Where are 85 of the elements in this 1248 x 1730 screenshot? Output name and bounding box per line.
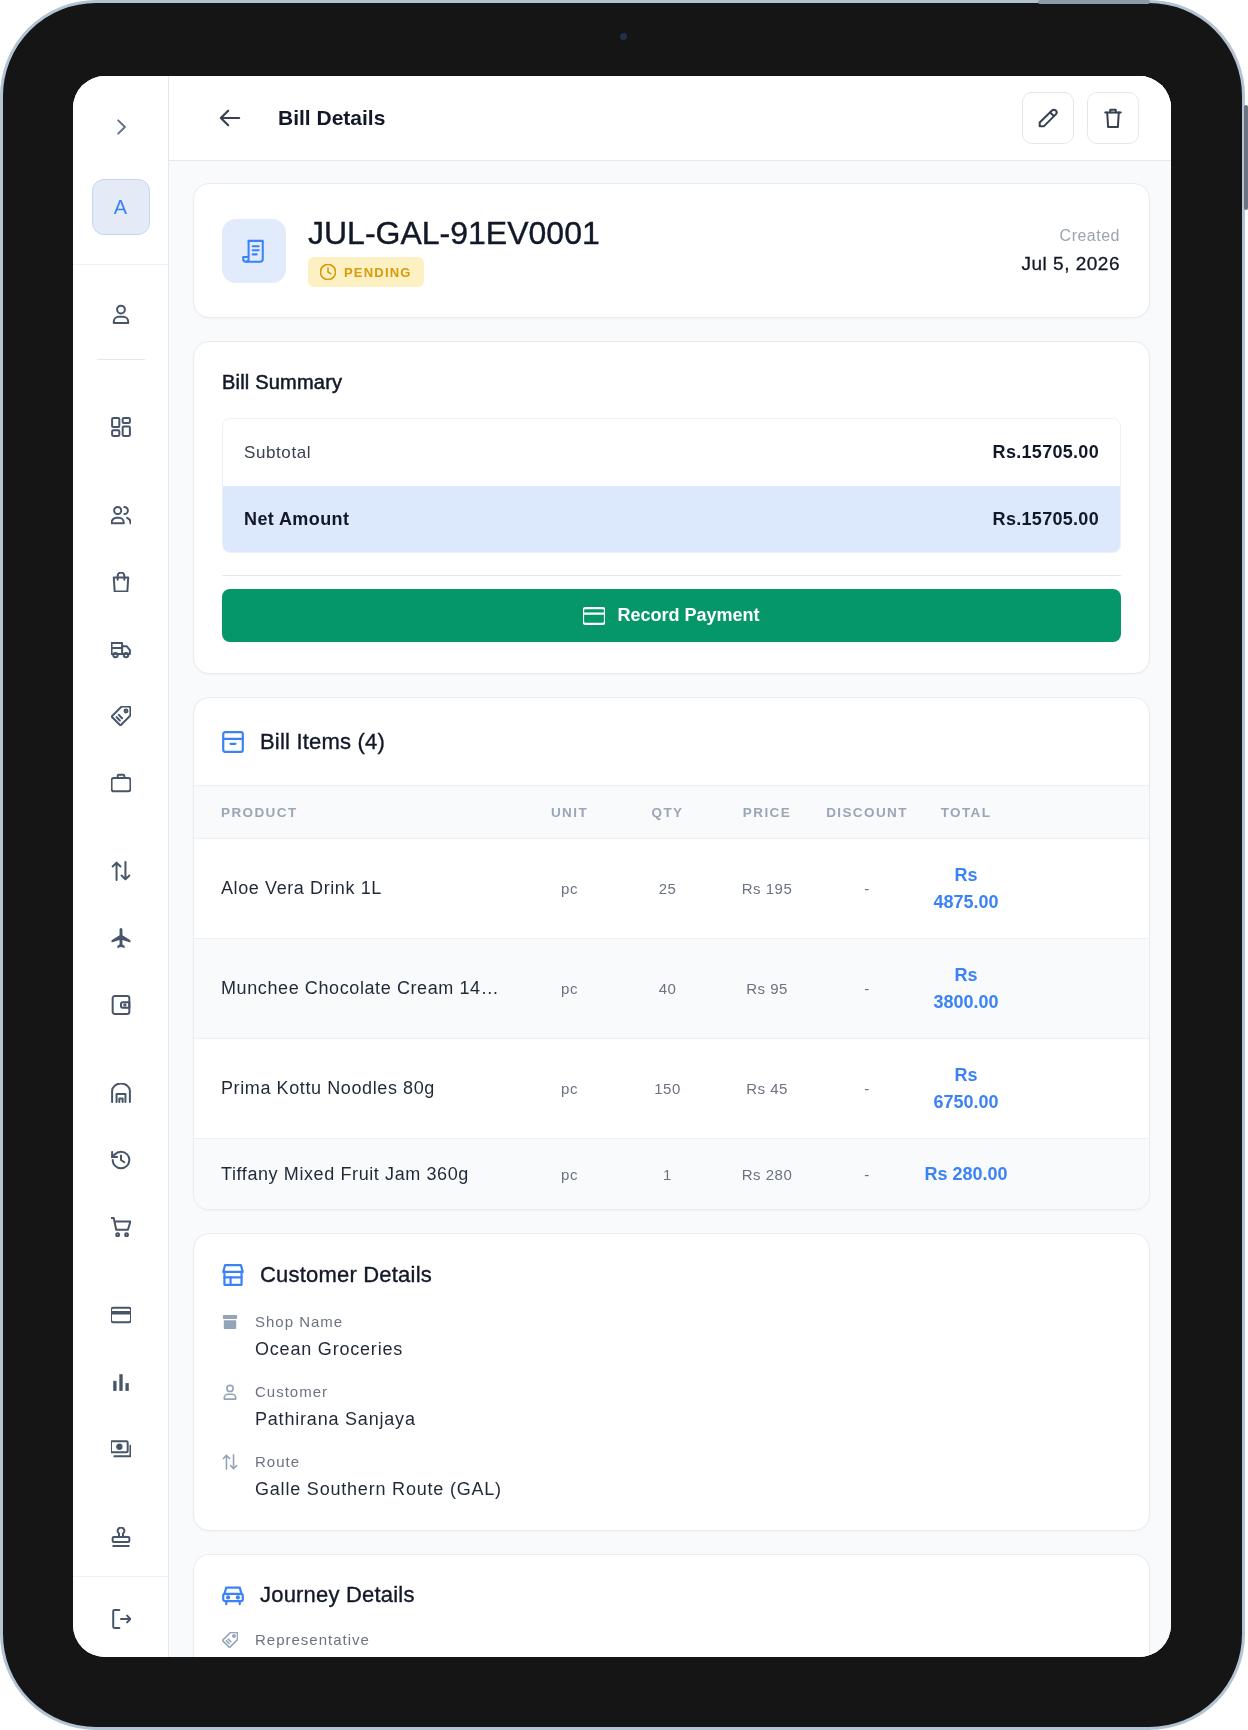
- logout-icon[interactable]: [110, 1608, 131, 1629]
- total-amount: Rs 3800.00: [932, 963, 1000, 1014]
- section-title: Journey Details: [260, 1582, 415, 1608]
- users-icon[interactable]: [110, 504, 131, 525]
- shopping-bag-icon[interactable]: [110, 571, 131, 592]
- edit-button[interactable]: [1022, 92, 1074, 144]
- column-header: UNIT: [549, 804, 590, 820]
- created-date: Jul 5, 2026: [1021, 252, 1120, 276]
- field-label: Customer: [255, 1382, 329, 1402]
- user-icon[interactable]: [110, 304, 131, 324]
- column-header: TOTAL: [939, 804, 993, 820]
- delete-button[interactable]: [1087, 92, 1139, 144]
- avatar[interactable]: A: [91, 179, 150, 235]
- column-header: PRICE: [741, 804, 793, 820]
- total-amount: Rs 6750.00: [932, 1063, 1000, 1114]
- total-amount: Rs 4875.00: [932, 863, 1000, 914]
- table-cell-text: pc: [560, 1165, 579, 1183]
- back-arrow-icon[interactable]: [219, 107, 241, 129]
- table-cell-text: 40: [657, 980, 678, 997]
- section-title: Bill Items (4): [260, 728, 386, 755]
- product-name: Prima Kottu Noodles 80g: [220, 1078, 436, 1099]
- field-value: Pathirana Sanjaya: [255, 1408, 416, 1431]
- field-label: Shop Name: [255, 1312, 344, 1332]
- grid-icon[interactable]: [110, 416, 131, 437]
- column-header: PRODUCT: [220, 804, 299, 820]
- summary-amount: Rs.15705.00: [992, 508, 1099, 530]
- summary-label: Subtotal: [244, 442, 312, 463]
- table-cell-text: 25: [657, 880, 678, 897]
- trash-icon: [1103, 108, 1123, 128]
- archive-box-icon: [222, 730, 244, 753]
- arrows-up-down-icon[interactable]: [110, 860, 131, 881]
- tag-icon: [222, 1632, 238, 1648]
- history-icon[interactable]: [110, 1149, 131, 1170]
- field-label: Representative: [255, 1630, 370, 1650]
- airplane-icon[interactable]: [110, 927, 131, 948]
- table-cell-text: -: [863, 880, 871, 897]
- briefcase-icon[interactable]: [110, 772, 131, 793]
- section-title: Customer Details: [260, 1262, 432, 1288]
- car-icon: [222, 1584, 244, 1606]
- field-value: Galle Southern Route (GAL): [255, 1478, 502, 1501]
- table-cell-text: -: [863, 1080, 871, 1097]
- table-cell-text: -: [863, 1165, 871, 1183]
- bar-chart-icon[interactable]: [110, 1371, 131, 1392]
- table-cell-text: -: [863, 980, 871, 997]
- bill-number: JUL-GAL-91EV0001: [308, 215, 600, 251]
- warehouse-icon[interactable]: [110, 1082, 131, 1103]
- summary-label: Net Amount: [244, 508, 350, 530]
- shop-icon: [222, 1314, 238, 1330]
- pencil-icon: [1038, 108, 1058, 128]
- product-name: Munchee Chocolate Cream 14…: [220, 978, 501, 999]
- product-name: Tiffany Mixed Fruit Jam 360g: [220, 1163, 470, 1185]
- wallet-icon[interactable]: [110, 994, 131, 1015]
- user-icon: [222, 1384, 238, 1400]
- page-title: Bill Details: [278, 106, 386, 130]
- table-cell-text: Rs 95: [745, 980, 789, 997]
- stamp-icon[interactable]: [110, 1526, 131, 1547]
- banknotes-icon[interactable]: [110, 1438, 131, 1459]
- camera-icon: [620, 33, 627, 40]
- column-header: QTY: [650, 804, 685, 820]
- record-payment-button[interactable]: Record Payment: [222, 589, 1121, 642]
- summary-amount: Rs.15705.00: [992, 442, 1099, 463]
- table-cell-text: Rs 195: [740, 880, 794, 897]
- status-label: PENDING: [344, 264, 412, 280]
- receipt-icon: [222, 219, 286, 283]
- table-cell-text: pc: [560, 1080, 579, 1097]
- created-label: Created: [1059, 226, 1120, 246]
- credit-card-icon[interactable]: [110, 1304, 131, 1325]
- table-cell-text: Rs 280: [740, 1165, 794, 1183]
- table-cell-text: pc: [560, 880, 579, 897]
- field-label: Route: [255, 1452, 301, 1472]
- product-name: Aloe Vera Drink 1L: [220, 878, 383, 899]
- table-cell-text: Rs 45: [745, 1080, 789, 1097]
- table-cell-text: 150: [653, 1080, 682, 1097]
- cart-icon[interactable]: [110, 1216, 131, 1237]
- total-amount: Rs 280.00: [923, 1162, 1009, 1186]
- arrows-up-down-icon: [222, 1454, 238, 1470]
- column-header: DISCOUNT: [825, 804, 909, 820]
- store-icon: [222, 1264, 244, 1286]
- tag-icon[interactable]: [110, 705, 131, 726]
- credit-card-icon: [583, 604, 606, 627]
- table-cell-text: 1: [662, 1165, 673, 1183]
- clock-icon: [320, 264, 336, 280]
- section-title: Bill Summary: [222, 370, 343, 394]
- table-cell-text: pc: [560, 980, 579, 997]
- field-value: Ocean Groceries: [255, 1338, 404, 1361]
